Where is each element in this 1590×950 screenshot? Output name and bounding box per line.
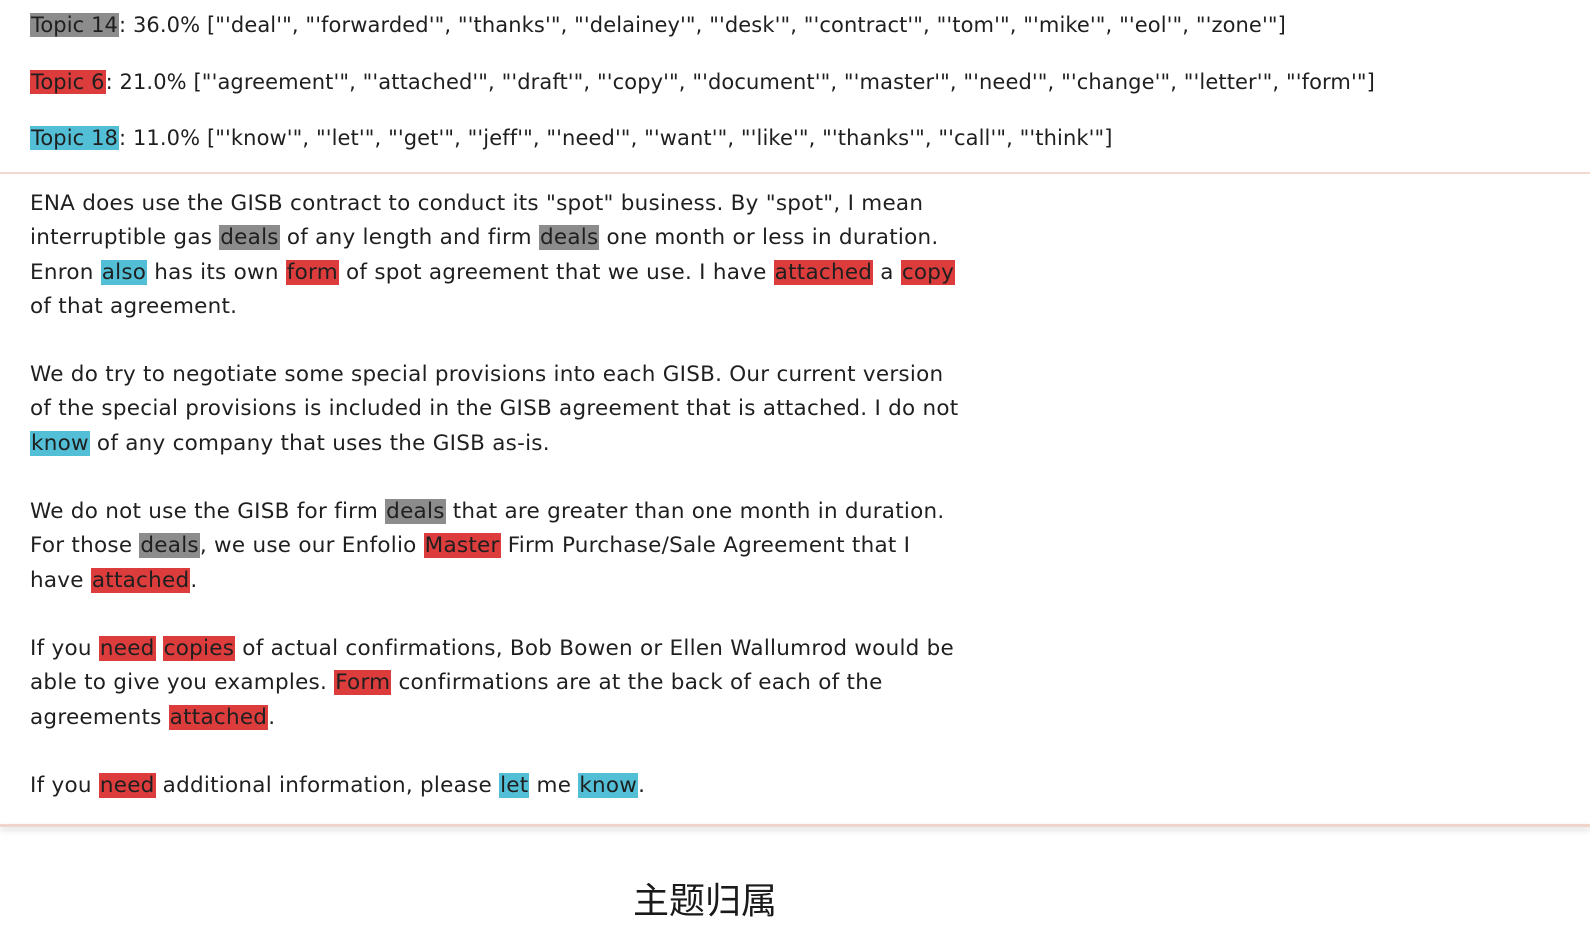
text-segment: .	[638, 773, 646, 798]
topic-label-badge: Topic 6	[30, 70, 106, 94]
topic-words: ["'deal'", "'forwarded'", "'thanks'", "'…	[206, 13, 1286, 37]
document-paragraph: If you need additional information, plea…	[30, 769, 970, 803]
text-segment: .	[268, 704, 276, 730]
panel-bottom-edge	[0, 824, 1590, 827]
text-segment: additional information, please	[155, 773, 500, 798]
text-segment: We do not use the GISB for firm	[30, 499, 386, 524]
document-paragraph: We do try to negotiate some special prov…	[30, 358, 970, 461]
topic-share: : 36.0%	[119, 13, 207, 37]
topic-words: ["'agreement'", "'attached'", "'draft'",…	[193, 70, 1375, 94]
highlighted-word: let	[499, 773, 530, 798]
highlighted-word: know	[30, 430, 90, 456]
topic-share: : 11.0%	[119, 126, 207, 150]
text-segment: me	[529, 773, 579, 798]
text-segment	[156, 636, 163, 661]
text-segment: of spot agreement that we use. I have	[338, 259, 774, 285]
highlighted-word: copies	[162, 636, 236, 661]
document-paragraph: ENA does use the GISB contract to conduc…	[30, 187, 970, 324]
highlighted-word: copy	[900, 259, 956, 285]
topic-line: Topic 6: 21.0% ["'agreement'", "'attache…	[30, 67, 1375, 97]
highlighted-word: attached	[168, 704, 269, 730]
highlighted-word: deals	[139, 533, 200, 559]
text-segment: If you	[30, 773, 99, 798]
highlighted-word: deals	[219, 225, 280, 251]
topic-words: ["'know'", "'let'", "'get'", "'jeff'", "…	[206, 126, 1113, 150]
highlighted-word: attached	[90, 567, 191, 593]
text-segment: of that agreement.	[30, 293, 238, 319]
document-paragraph: We do not use the GISB for firm deals th…	[30, 495, 970, 598]
highlighted-word: need	[98, 636, 156, 661]
figure-caption: 主题归属	[632, 881, 777, 922]
highlighted-word: also	[100, 259, 148, 285]
text-segment: We do try to negotiate some special prov…	[30, 362, 959, 422]
highlighted-word: attached	[773, 259, 874, 285]
highlighted-word: form	[285, 259, 339, 285]
text-segment: .	[190, 567, 198, 593]
highlighted-word: know	[578, 773, 639, 798]
document-paragraph: If you need copies of actual confirmatio…	[30, 632, 970, 735]
highlighted-word: deals	[538, 225, 600, 251]
topic-line: Topic 14: 36.0% ["'deal'", "'forwarded'"…	[30, 10, 1286, 40]
text-segment: If you	[30, 636, 99, 661]
topic-share: : 21.0%	[105, 70, 194, 94]
highlighted-word: deals	[385, 499, 446, 524]
text-segment: of any length and firm	[279, 225, 539, 251]
topic-summary: Topic 14: 36.0% ["'deal'", "'forwarded'"…	[0, 0, 1590, 172]
text-segment: , we use our Enfolio	[199, 533, 424, 559]
topic-label-badge: Topic 14	[30, 13, 120, 37]
topic-line: Topic 18: 11.0% ["'know'", "'let'", "'ge…	[30, 123, 1113, 153]
highlighted-word: need	[98, 773, 156, 798]
text-segment: of any company that uses the GISB as-is.	[89, 430, 550, 456]
text-segment: a	[873, 259, 901, 285]
highlighted-word: Master	[423, 533, 501, 559]
highlighted-word: Form	[334, 670, 392, 696]
text-segment: has its own	[147, 259, 286, 285]
topic-label-badge: Topic 18	[30, 126, 120, 150]
